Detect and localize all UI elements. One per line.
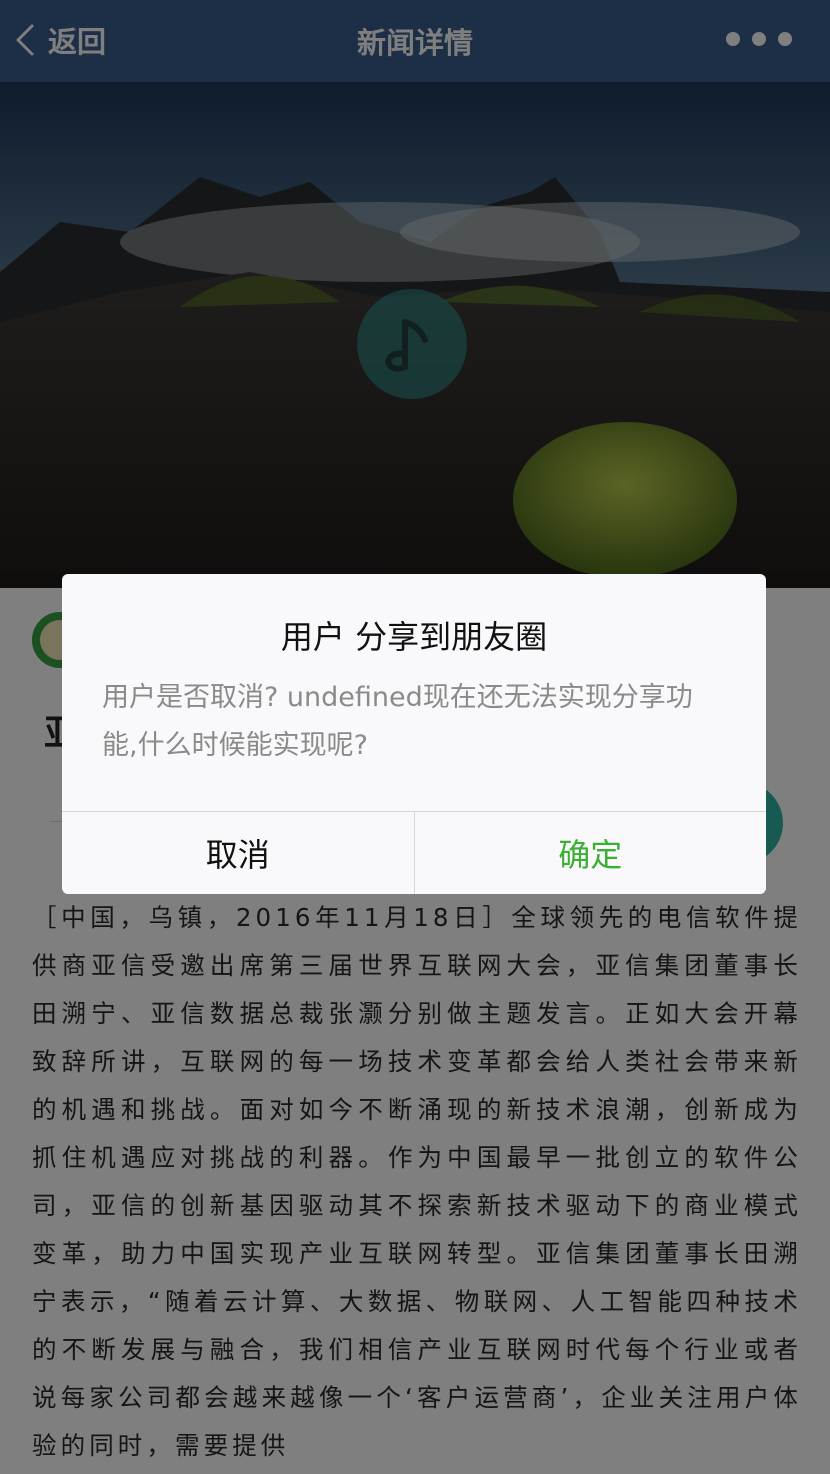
dialog-message: 用户是否取消? undefined现在还无法实现分享功能,什么时候能实现呢? <box>102 682 693 761</box>
cancel-button[interactable]: 取消 <box>62 812 415 894</box>
dialog-title: 用户 分享到朋友圈 <box>280 618 548 656</box>
confirm-button[interactable]: 确定 <box>415 812 767 894</box>
share-dialog: 用户 分享到朋友圈 用户是否取消? undefined现在还无法实现分享功能,什… <box>62 574 766 894</box>
dialog-actions: 取消 确定 <box>62 811 766 894</box>
